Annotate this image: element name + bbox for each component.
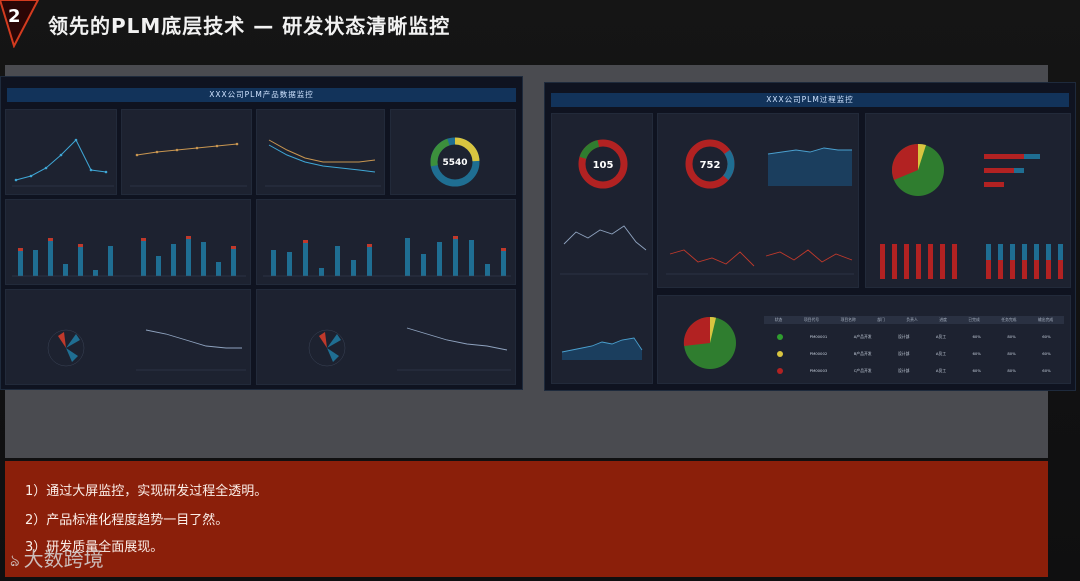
row-done: 60% [972,368,981,373]
row-p1: 80% [1007,368,1016,373]
table-header-status: 状态 [774,317,783,322]
card-line-2 [121,109,252,195]
card-col3 [865,113,1071,288]
table-row: PM00001 A产品开发 设计部 A员工 60% 80% 60% [764,328,1064,345]
row-dept: 设计部 [898,367,910,373]
plm-data-monitor-panel: XXX公司PLM产品数据监控 5540 [0,76,523,390]
row-dept: 设计部 [897,333,910,339]
row-code: PM00001 [809,334,828,339]
table-row: PM00002 B产品开发 设计部 A员工 60% 80% 60% [764,345,1064,362]
row-name: C产品开发 [853,367,872,373]
table-header-output: 输出完成 [1038,317,1054,322]
card-polar-and-line-left [5,289,251,385]
right-panel-title: XXX公司PLM过程监控 [551,93,1069,107]
table-header-done: 已完成 [968,317,980,322]
row-code: PM00002 [809,351,828,356]
watermark-logo: ঌ 大数跨境 [10,543,104,575]
status-dot [777,350,784,357]
table-header-name: 项目名称 [840,317,856,322]
summary-line-2: 2）产品标准化程度趋势一目了然。 [25,513,229,528]
summary-footer: 1）通过大屏监控，实现研发过程全透明。 2）产品标准化程度趋势一目了然。 3）研… [5,461,1048,577]
ring-2-value: 752 [700,160,721,171]
row-dept: 设计部 [897,350,910,356]
status-dot [777,367,784,374]
card-bars-right [256,199,516,285]
card-col2: 752 [657,113,859,288]
ring-1-value: 105 [593,160,614,171]
status-dot [777,333,784,340]
card-bars-left [5,199,251,285]
card-col1: 105 [551,113,653,384]
left-panel-title: XXX公司PLM产品数据监控 [7,88,516,102]
row-p2: 60% [1042,368,1051,373]
row-owner: A员工 [935,367,947,373]
slide-number-badge: 2 [0,0,40,49]
row-code: PM00003 [809,368,828,373]
slide-number: 2 [8,6,21,27]
row-p2: 60% [1042,351,1051,356]
table-row: PM00003 C产品开发 设计部 A员工 60% 80% 60% [764,362,1064,379]
table-header-owner: 负责人 [906,317,918,322]
row-owner: A员工 [935,350,947,356]
row-owner: A员工 [935,333,947,339]
card-polar-and-line-right [256,289,516,385]
row-name: B产品开发 [853,350,872,356]
row-p1: 80% [1007,351,1016,356]
table-header-code: 项目代号 [803,317,820,322]
summary-line-1: 1）通过大屏监控，实现研发过程全透明。 [25,484,268,499]
row-p2: 60% [1042,334,1051,339]
watermark-icon: ঌ [10,551,20,570]
row-p1: 80% [1007,334,1016,339]
slide-title: 领先的PLM底层技术 — 研发状态清晰监控 [48,14,451,38]
card-line-3 [256,109,385,195]
row-done: 60% [972,351,981,356]
table-header-task: 任务完成 [1001,317,1017,322]
row-done: 60% [972,334,981,339]
row-name: A产品开发 [853,333,872,339]
card-line-1 [5,109,117,195]
slide: 2 领先的PLM底层技术 — 研发状态清晰监控 XXX公司PLM产品数据监控 5… [0,0,1080,581]
card-project-table: 状态 项目代号 项目名称 部门 负责人 进度 已完成 任务完成 输出完成 PM0… [657,295,1071,384]
card-ring-total: 5540 [390,109,516,195]
watermark-text: 大数跨境 [23,547,104,571]
ring-total-value: 5540 [442,158,467,168]
table-header-dept: 部门 [877,317,885,322]
plm-process-monitor-panel: XXX公司PLM过程监控 105 752 状态 项目代号 项目名称 部门 负责人… [544,82,1076,391]
table-header-progress: 进度 [939,317,947,322]
